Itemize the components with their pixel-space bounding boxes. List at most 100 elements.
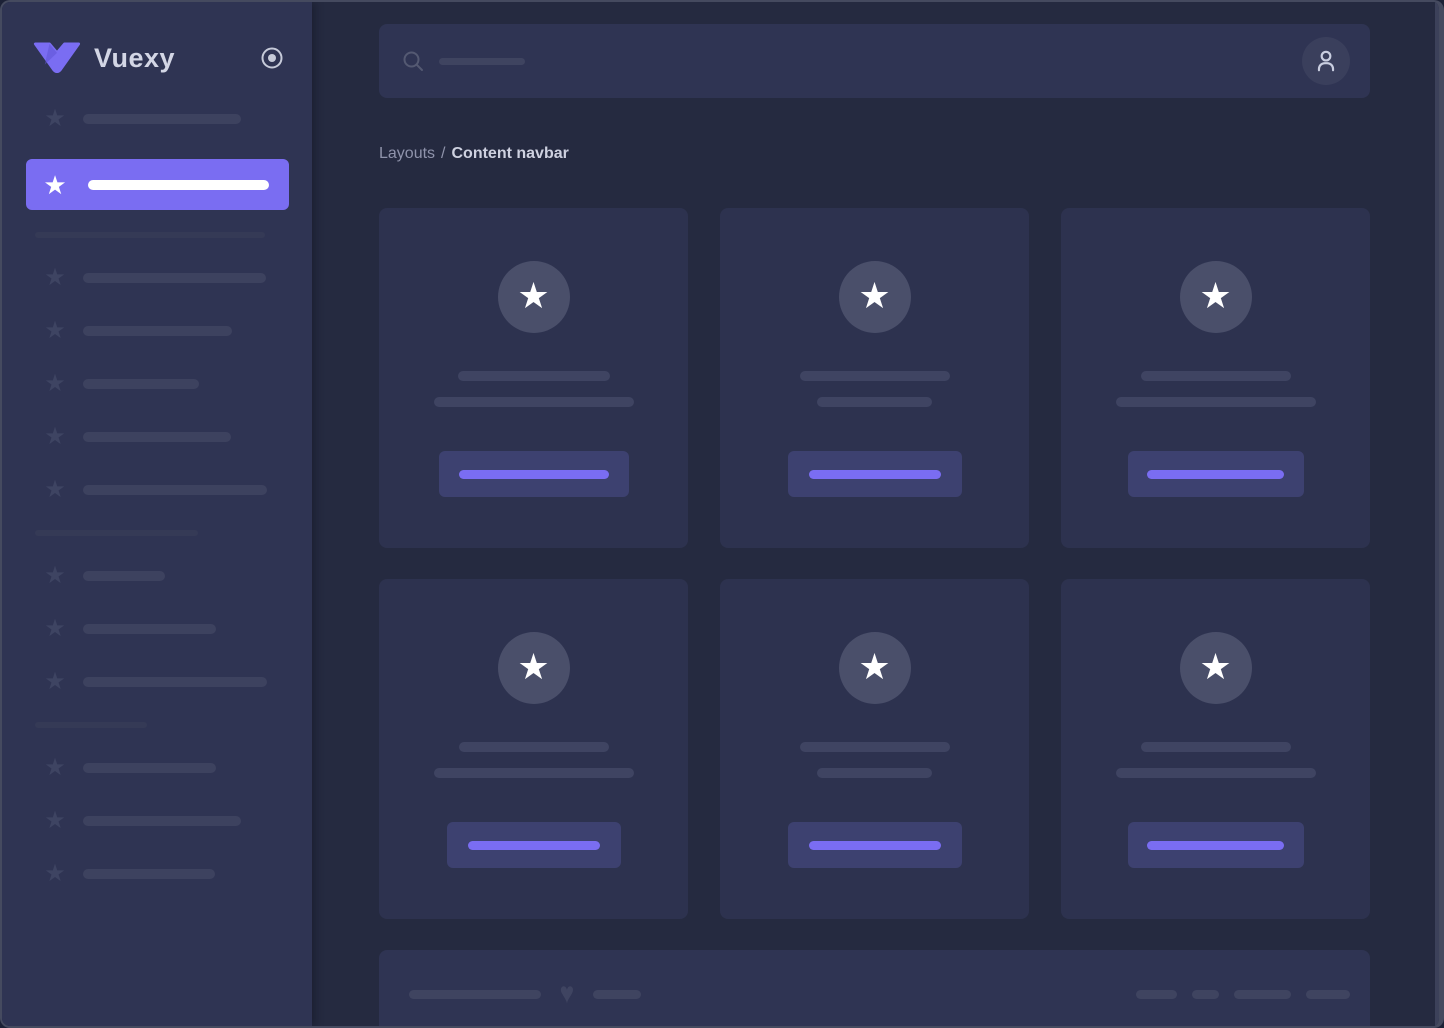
- sidebar-item[interactable]: ★: [2, 861, 288, 887]
- menu-label-placeholder: [83, 816, 241, 826]
- menu-label-placeholder: [83, 432, 231, 442]
- card-button[interactable]: [439, 451, 629, 497]
- star-icon: ★: [42, 371, 68, 397]
- button-label-placeholder: [468, 841, 600, 850]
- card-avatar: ★: [1180, 632, 1252, 704]
- star-icon: ★: [42, 616, 68, 642]
- vuexy-logo-icon: [32, 42, 82, 74]
- sidebar-item[interactable]: ★: [2, 106, 288, 132]
- star-icon: ★: [1199, 278, 1231, 317]
- menu-label-placeholder: [83, 326, 232, 336]
- star-icon: ★: [517, 278, 549, 317]
- menu-section-placeholder: [35, 722, 147, 728]
- sidebar-menu: ★ ★ ★ ★ ★ ★ ★ ★ ★ ★ ★ ★ ★: [2, 82, 312, 887]
- star-icon: ★: [858, 649, 890, 688]
- card-avatar: ★: [498, 632, 570, 704]
- sidebar-item[interactable]: ★: [2, 265, 288, 291]
- star-icon: ★: [42, 477, 68, 503]
- sidebar-item[interactable]: ★: [2, 808, 288, 834]
- card-title-placeholder: [458, 371, 610, 381]
- button-label-placeholder: [1147, 841, 1284, 850]
- search-input[interactable]: [401, 49, 1302, 73]
- card-title-placeholder: [1141, 371, 1291, 381]
- heart-icon: ♥: [560, 979, 575, 1009]
- sidebar-item[interactable]: ★: [2, 755, 288, 781]
- sidebar-item[interactable]: ★: [2, 318, 288, 344]
- star-icon: ★: [42, 755, 68, 781]
- menu-toggle-icon[interactable]: [260, 46, 284, 70]
- sidebar-header: Vuexy: [2, 2, 312, 82]
- scrollbar-track[interactable]: [1435, 2, 1439, 1026]
- star-icon: ★: [42, 808, 68, 834]
- button-label-placeholder: [459, 470, 609, 479]
- card-avatar: ★: [839, 261, 911, 333]
- star-icon: ★: [517, 649, 549, 688]
- footer-placeholder-bar: [1306, 990, 1350, 999]
- footer-placeholder-bar: [1136, 990, 1177, 999]
- sidebar-item[interactable]: ★: [2, 616, 288, 642]
- card-button[interactable]: [1128, 451, 1304, 497]
- menu-label-placeholder: [83, 379, 199, 389]
- sidebar: Vuexy ★ ★ ★ ★ ★ ★ ★ ★ ★ ★ ★: [2, 2, 312, 1026]
- card-subtitle-placeholder: [1116, 397, 1316, 407]
- footer-placeholder-bar: [1234, 990, 1291, 999]
- card-avatar: ★: [498, 261, 570, 333]
- menu-label-placeholder: [83, 869, 215, 879]
- card-avatar: ★: [839, 632, 911, 704]
- menu-label-placeholder: [83, 763, 216, 773]
- star-icon: ★: [42, 106, 68, 132]
- card-title-placeholder: [800, 742, 950, 752]
- card-subtitle-placeholder: [434, 397, 634, 407]
- app-frame: Vuexy ★ ★ ★ ★ ★ ★ ★ ★ ★ ★ ★: [0, 0, 1444, 1028]
- card-subtitle-placeholder: [817, 768, 932, 778]
- card-title-placeholder: [459, 742, 609, 752]
- footer-placeholder-bar: [1192, 990, 1219, 999]
- star-icon: ★: [42, 424, 68, 450]
- breadcrumb-separator: /: [441, 145, 445, 162]
- card-button[interactable]: [788, 822, 962, 868]
- main-content: Layouts / Content navbar ★ ★ ★ ★: [312, 2, 1439, 1026]
- star-icon: ★: [858, 278, 890, 317]
- menu-label-placeholder: [83, 677, 267, 687]
- card-button[interactable]: [447, 822, 621, 868]
- user-icon: [1313, 48, 1339, 74]
- footer-placeholder-bar: [409, 990, 541, 999]
- card-button[interactable]: [1128, 822, 1304, 868]
- menu-label-placeholder: [83, 114, 241, 124]
- app-title: Vuexy: [94, 43, 260, 74]
- card-button[interactable]: [788, 451, 962, 497]
- search-icon: [401, 49, 425, 73]
- sidebar-item[interactable]: ★: [2, 477, 288, 503]
- sidebar-item[interactable]: ★: [2, 563, 288, 589]
- footer-card: ♥: [379, 950, 1370, 1026]
- sidebar-item[interactable]: ★: [2, 424, 288, 450]
- card-title-placeholder: [800, 371, 950, 381]
- card: ★: [379, 579, 688, 919]
- sidebar-item[interactable]: ★: [2, 371, 288, 397]
- sidebar-item[interactable]: ★: [2, 669, 288, 695]
- star-icon: ★: [42, 861, 68, 887]
- cards-grid: ★ ★ ★ ★ ★: [379, 208, 1370, 919]
- button-label-placeholder: [809, 470, 941, 479]
- menu-label-placeholder: [83, 624, 216, 634]
- menu-label-placeholder: [83, 571, 165, 581]
- menu-section-placeholder: [35, 530, 198, 536]
- card: ★: [1061, 208, 1370, 548]
- card-title-placeholder: [1141, 742, 1291, 752]
- user-avatar[interactable]: [1302, 37, 1350, 85]
- star-icon: ★: [42, 265, 68, 291]
- search-placeholder-bar: [439, 58, 525, 65]
- star-icon: ★: [1199, 649, 1231, 688]
- card-subtitle-placeholder: [817, 397, 932, 407]
- menu-section-placeholder: [35, 232, 265, 238]
- breadcrumb-current: Content navbar: [452, 145, 569, 162]
- card: ★: [720, 579, 1029, 919]
- sidebar-item-active[interactable]: ★: [26, 159, 289, 210]
- star-icon: ★: [42, 318, 68, 344]
- breadcrumb-parent[interactable]: Layouts: [379, 145, 435, 162]
- star-icon: ★: [42, 563, 68, 589]
- button-label-placeholder: [809, 841, 941, 850]
- card-subtitle-placeholder: [1116, 768, 1316, 778]
- top-navbar: [379, 24, 1370, 98]
- footer-right-group: [1121, 990, 1350, 999]
